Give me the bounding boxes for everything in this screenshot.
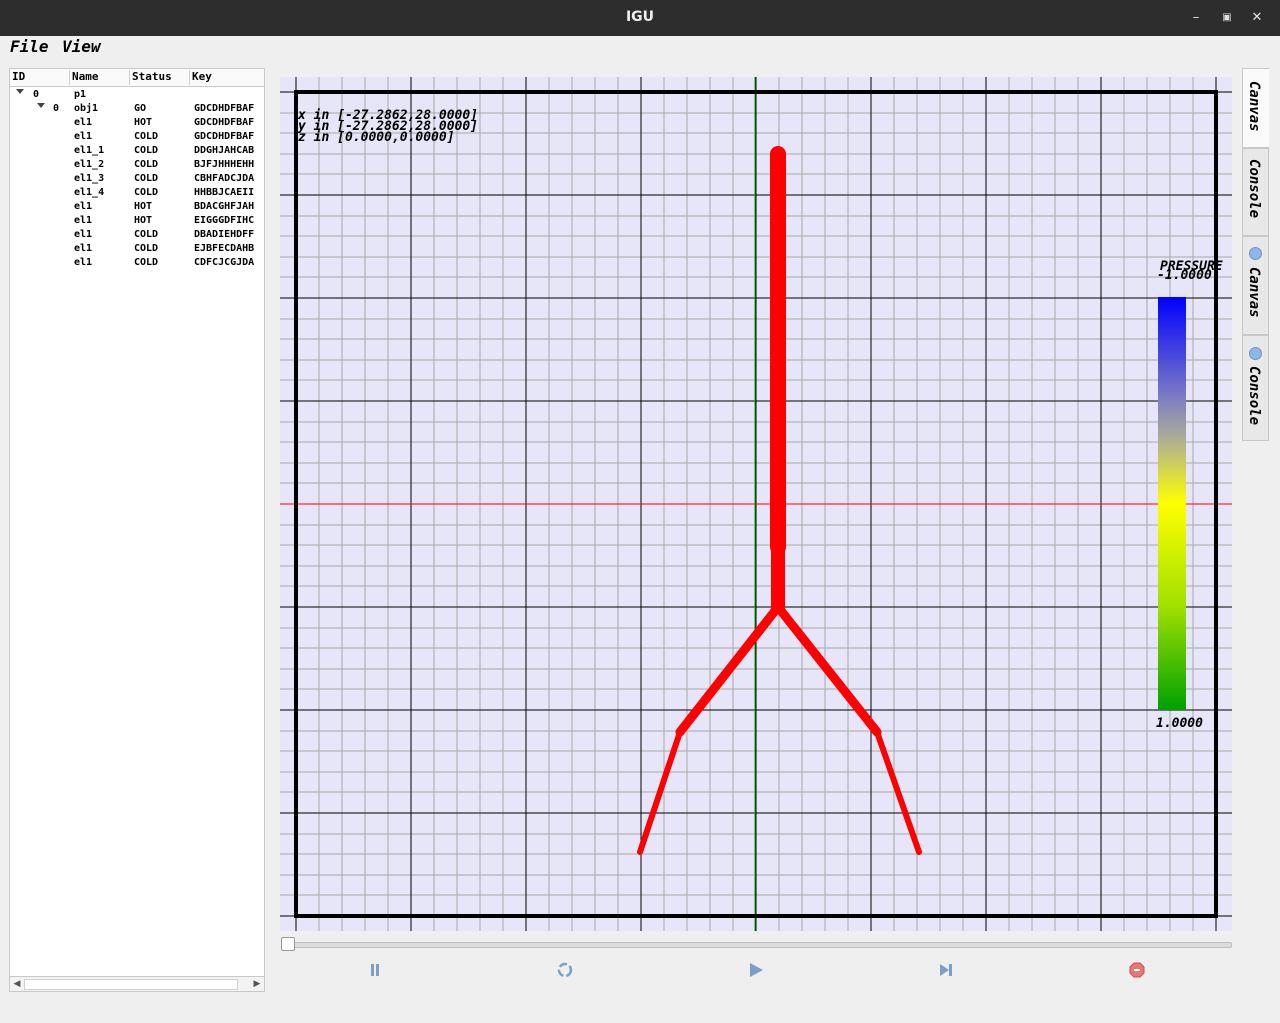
menu-file[interactable]: File (10, 37, 49, 56)
tree-cell-key: GDCDHDFBAF (194, 103, 255, 114)
tree-cell-key: EIGGGDFIHC (194, 215, 255, 226)
tree-header: ID Name Status Key (10, 69, 264, 87)
tree-cell-status: COLD (134, 131, 159, 142)
tree-row[interactable]: el1 COLD EJBFECDAHB (10, 243, 264, 257)
tree-cell-status: COLD (134, 229, 159, 240)
scrollbar-thumb[interactable] (24, 979, 238, 990)
menu-view[interactable]: View (62, 37, 101, 56)
step-forward-icon[interactable] (936, 960, 956, 980)
tab-console-new-label: Console (1246, 366, 1262, 426)
stop-icon[interactable] (1127, 960, 1147, 980)
tree-cell-status: HOT (134, 117, 153, 128)
tree-cell-name: el1_4 (74, 187, 105, 198)
play-icon[interactable] (746, 960, 766, 980)
tree-cell-key: HHBBJCAEII (194, 187, 255, 198)
range-z-text: z in [0.0000,0.0000] (298, 130, 455, 145)
scroll-left-icon[interactable]: ◀ (10, 977, 24, 991)
tree-cell-key: CBHFADCJDA (194, 173, 255, 184)
tree-row[interactable]: el1 COLD GDCDHDFBAF (10, 131, 264, 145)
window-title: IGU (625, 9, 655, 25)
pressure-colorbar (1158, 297, 1186, 710)
tab-canvas-new[interactable]: Canvas (1242, 236, 1269, 335)
reload-icon[interactable] (555, 960, 575, 980)
tree-cell-name: el1 (74, 257, 93, 268)
close-button[interactable]: ✕ (1247, 8, 1267, 28)
tab-console-label: Console (1246, 159, 1262, 219)
column-key-header[interactable]: Key (190, 70, 264, 85)
plus-icon (1249, 347, 1262, 360)
plus-icon (1249, 247, 1262, 260)
tree-row[interactable]: el1_1 COLD DDGHJAHCAB (10, 145, 264, 159)
tree-cell-key: BJFJHHHEHH (194, 159, 255, 170)
tree-cell-key: GDCDHDFBAF (194, 117, 255, 128)
tree-row[interactable]: el1 COLD CDFCJCGJDA (10, 257, 264, 271)
tree-cell-key: DBADIEHDFF (194, 229, 255, 240)
tree-cell-status: COLD (134, 145, 159, 156)
tab-canvas-label: Canvas (1246, 81, 1262, 132)
maximize-button[interactable]: ▣ (1217, 8, 1237, 28)
tab-console[interactable]: Console (1242, 148, 1269, 236)
menu-bar: File View (0, 36, 1280, 58)
timeline-slider-handle[interactable] (281, 937, 295, 951)
tree-cell-name: el1 (74, 215, 93, 226)
tree-cell-key: GDCDHDFBAF (194, 131, 255, 142)
column-status-header[interactable]: Status (130, 70, 190, 85)
tree-row[interactable]: el1 HOT GDCDHDFBAF (10, 117, 264, 131)
timeline-slider[interactable] (287, 942, 1232, 948)
minimize-button[interactable]: – (1186, 8, 1206, 28)
tree-row[interactable]: 0 obj1 GO GDCDHDFBAF (10, 103, 264, 117)
tree-cell-id: 0 (53, 103, 60, 114)
side-tab-bar: Canvas Console Canvas Console (1242, 68, 1270, 448)
tree-cell-name: el1 (74, 229, 93, 240)
tree-cell-key: BDACGHFJAH (194, 201, 255, 212)
tree-cell-name: el1 (74, 117, 93, 128)
tree-cell-status: COLD (134, 257, 159, 268)
tree-cell-name: el1_1 (74, 145, 105, 156)
tree-row[interactable]: el1 COLD DBADIEHDFF (10, 229, 264, 243)
tree-cell-status: HOT (134, 215, 153, 226)
column-name-header[interactable]: Name (70, 70, 130, 85)
tree-cell-name: el1_3 (74, 173, 105, 184)
tree-horizontal-scrollbar[interactable]: ◀ ▶ (10, 976, 264, 991)
expand-arrow-icon[interactable] (16, 89, 24, 94)
tree-cell-status: COLD (134, 173, 159, 184)
tree-cell-status: COLD (134, 243, 159, 254)
tree-row[interactable]: el1 HOT BDACGHFJAH (10, 201, 264, 215)
canvas-plot: x in [-27.2862,28.0000] y in [-27.2862,2… (280, 77, 1232, 931)
tree-cell-name: el1 (74, 131, 93, 142)
tab-console-new[interactable]: Console (1242, 335, 1269, 441)
tree-cell-name: el1 (74, 243, 93, 254)
colorbar-min-label: 1.0000 (1156, 716, 1203, 731)
colorbar-max-label: -1.0000 (1157, 268, 1212, 283)
tree-cell-status: COLD (134, 159, 159, 170)
tree-cell-name: el1 (74, 201, 93, 212)
title-bar: IGU – ▣ ✕ (0, 0, 1280, 36)
tree-cell-status: COLD (134, 187, 159, 198)
tree-cell-key: EJBFECDAHB (194, 243, 255, 254)
tree-cell-name: p1 (74, 89, 87, 100)
tree-cell-key: DDGHJAHCAB (194, 145, 255, 156)
expand-arrow-icon[interactable] (37, 103, 45, 108)
object-tree[interactable]: ID Name Status Key 0 p1 0 obj1 GO GDCDHDFBAF e… (9, 68, 265, 992)
tab-canvas[interactable]: Canvas (1242, 68, 1269, 148)
tree-row[interactable]: el1_3 COLD CBHFADCJDA (10, 173, 264, 187)
tree-row[interactable]: el1_2 COLD BJFJHHHEHH (10, 159, 264, 173)
tree-row[interactable]: el1_4 COLD HHBBJCAEII (10, 187, 264, 201)
pause-icon[interactable] (365, 960, 385, 980)
tree-row[interactable]: el1 HOT EIGGGDFIHC (10, 215, 264, 229)
render-canvas[interactable]: x in [-27.2862,28.0000] y in [-27.2862,2… (280, 77, 1232, 931)
scroll-right-icon[interactable]: ▶ (250, 977, 264, 991)
tree-cell-name: obj1 (74, 103, 99, 114)
column-id-header[interactable]: ID (10, 70, 70, 85)
tree-cell-name: el1_2 (74, 159, 105, 170)
tab-canvas-new-label: Canvas (1246, 267, 1262, 318)
tree-cell-id: 0 (33, 89, 40, 100)
tree-cell-status: HOT (134, 201, 153, 212)
tree-cell-status: GO (134, 103, 147, 114)
tree-cell-key: CDFCJCGJDA (194, 257, 255, 268)
tree-row[interactable]: 0 p1 (10, 89, 264, 103)
